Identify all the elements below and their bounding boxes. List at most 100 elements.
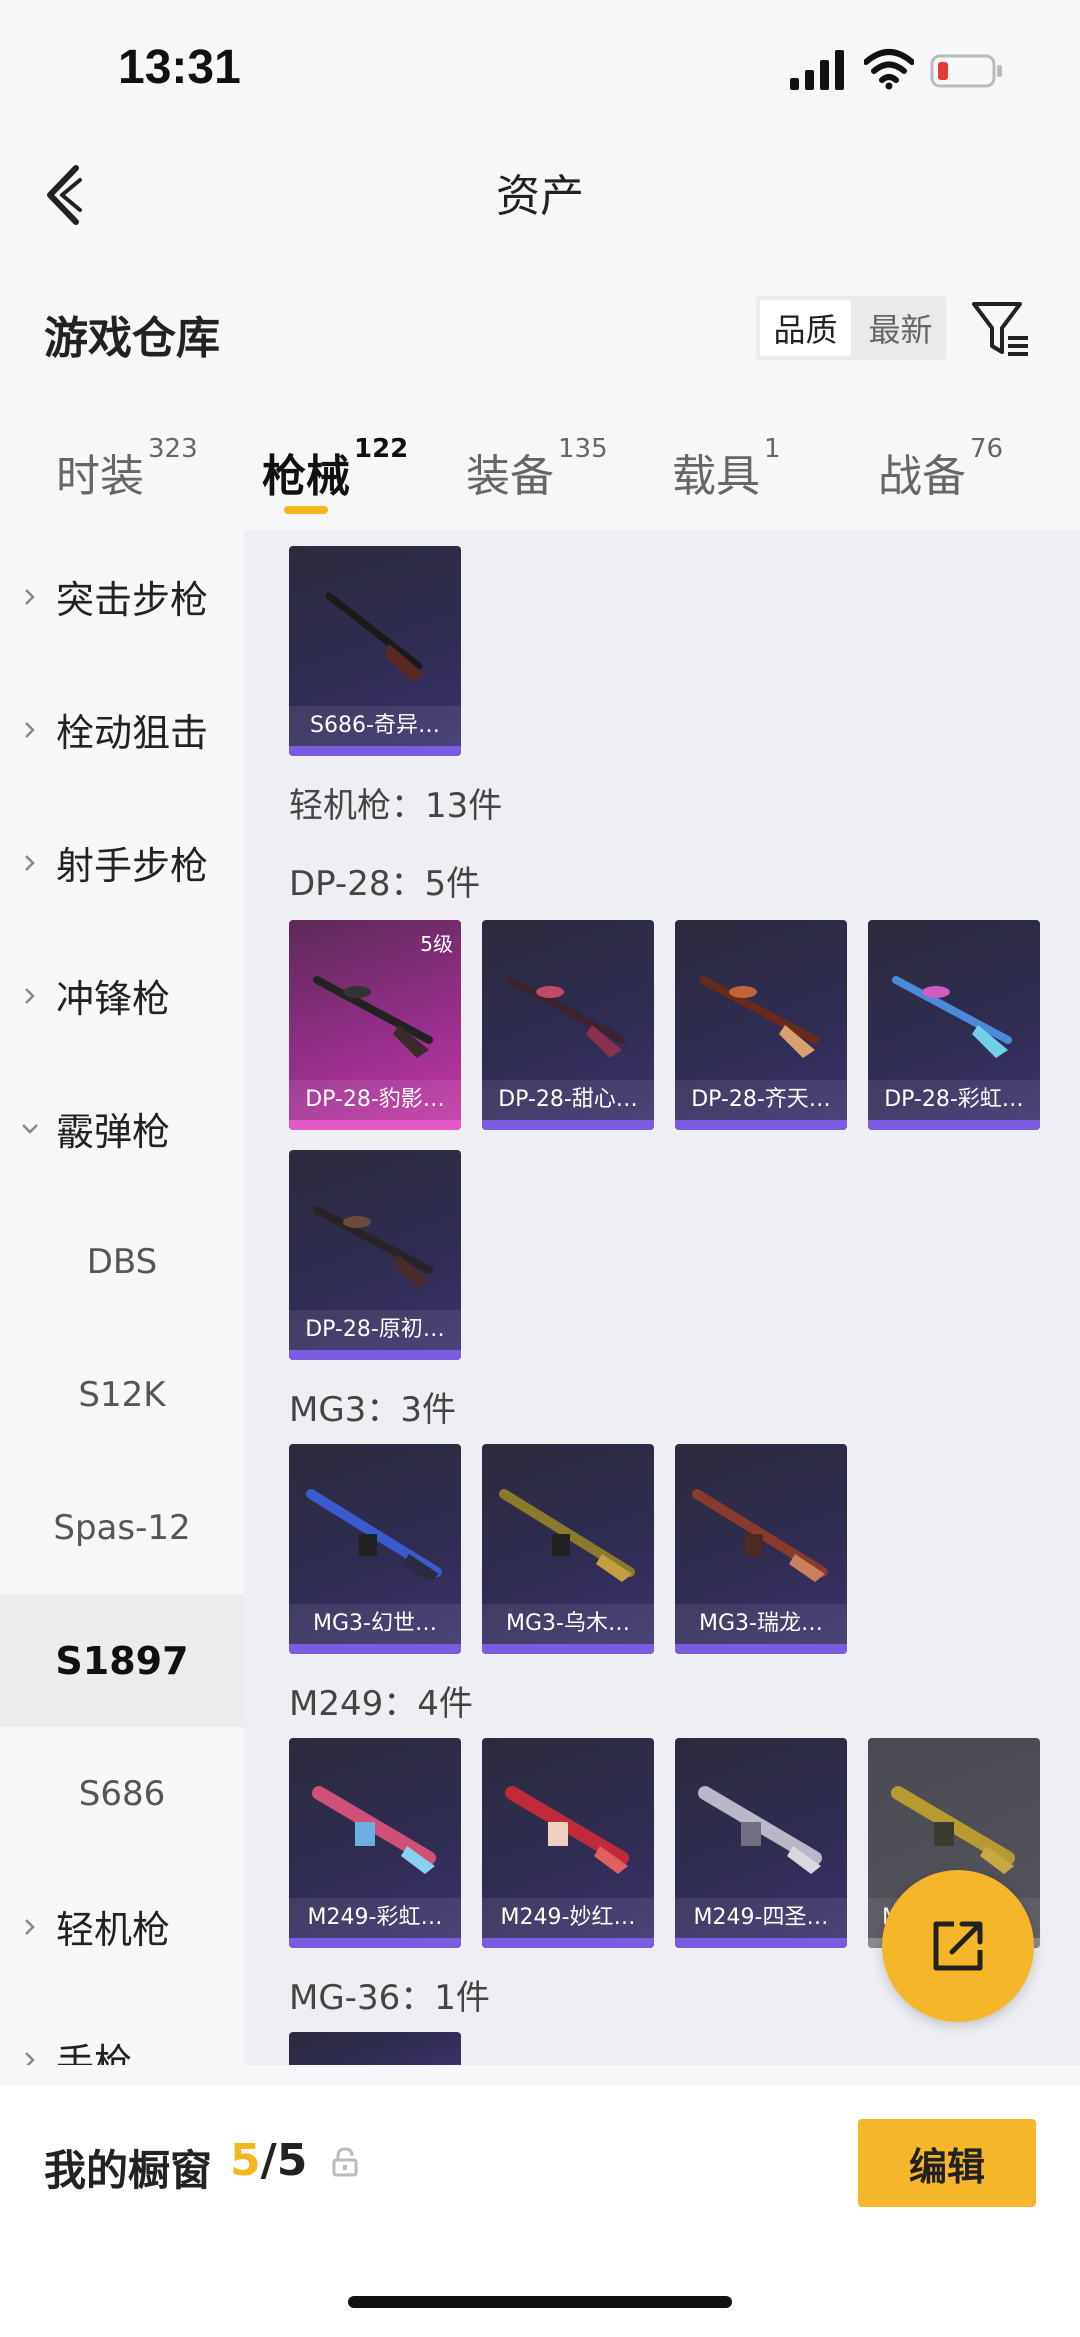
weapon-image — [312, 1786, 436, 1874]
sidebar-item-label: 手枪 — [56, 2041, 133, 2065]
weapon-card-name: M249-四圣… — [675, 1898, 847, 1938]
weapon-image — [313, 1206, 433, 1288]
weapon-card-name: S686-奇异… — [289, 706, 461, 746]
weapon-image — [499, 1489, 635, 1582]
sidebar-subitem-spas12[interactable]: Spas-12 — [0, 1461, 244, 1594]
weapon-card-name: MG3-瑞龙… — [675, 1604, 847, 1644]
rarity-bar — [289, 1644, 461, 1654]
tab-outfits[interactable]: 时装323 — [56, 434, 198, 504]
weapon-image — [892, 976, 1012, 1058]
weapon-image — [506, 976, 626, 1058]
sidebar-subitem-s1897[interactable]: S1897 — [0, 1594, 244, 1727]
weapon-card[interactable]: DP-28-原初… — [289, 1150, 461, 1360]
page-title: 资产 — [496, 171, 584, 222]
sidebar-item-shotgun[interactable]: 霰弹枪 — [0, 1062, 244, 1195]
weapon-card-name: MG3-幻世… — [289, 1604, 461, 1644]
sort-option-quality[interactable]: 品质 — [760, 300, 851, 356]
tab-equipment[interactable]: 装备135 — [466, 434, 608, 504]
wifi-icon — [864, 49, 914, 90]
sidebar-subitem-s12k[interactable]: S12K — [0, 1328, 244, 1461]
rarity-bar — [289, 1350, 461, 1360]
weapon-image — [505, 1786, 629, 1874]
cellular-signal-icon — [790, 50, 844, 90]
group-title: MG-36：1件 — [289, 1978, 490, 2018]
sidebar-item-label: DBS — [86, 1241, 158, 1282]
share-button[interactable] — [882, 1870, 1034, 2022]
sort-toggle: 品质 最新 — [756, 296, 946, 360]
rarity-bar — [482, 1120, 654, 1130]
edit-button[interactable]: 编辑 — [858, 2119, 1036, 2207]
active-tab-indicator — [284, 506, 328, 514]
weapon-card[interactable] — [289, 2032, 461, 2065]
weapon-card[interactable]: DP-28-齐天… — [675, 920, 847, 1130]
repo-header: 游戏仓库 品质 最新 — [0, 280, 1080, 380]
rarity-bar — [675, 1120, 847, 1130]
weapon-image — [698, 1786, 822, 1874]
home-indicator — [348, 2296, 732, 2308]
weapon-card-name: DP-28-齐天… — [675, 1080, 847, 1120]
tab-weapons[interactable]: 枪械122 — [262, 434, 408, 504]
sidebar-item-label: Spas-12 — [53, 1507, 191, 1548]
chevron-right-icon — [25, 2051, 35, 2065]
weapon-card-name: DP-28-原初… — [289, 1310, 461, 1350]
sidebar-item-label: S686 — [78, 1773, 166, 1814]
sidebar-item-label: S1897 — [55, 1638, 189, 1683]
weapon-card[interactable]: 5级 DP-28-豹影… — [289, 920, 461, 1130]
sort-option-latest[interactable]: 最新 — [855, 296, 946, 360]
chevron-right-icon — [25, 854, 35, 871]
weapon-card[interactable]: MG3-乌木… — [482, 1444, 654, 1654]
rarity-bar — [289, 1938, 461, 1948]
sidebar-item-lmg[interactable]: 轻机枪 — [0, 1860, 244, 1993]
sidebar-item-label: S12K — [78, 1374, 166, 1415]
showcase-label: 我的橱窗 — [44, 2146, 213, 2195]
chevron-right-icon — [25, 721, 35, 738]
sidebar-item-bolt-sniper[interactable]: 栓动狙击 — [0, 663, 244, 796]
weapon-category-sidebar: 突击步枪 栓动狙击 射手步枪 冲锋枪 霰弹枪 DBS S12K Spas-12 … — [0, 530, 244, 2065]
weapon-image — [699, 976, 819, 1058]
rarity-bar — [482, 1938, 654, 1948]
sidebar-item-label: 突击步枪 — [56, 578, 209, 622]
rarity-bar — [675, 1938, 847, 1948]
weapon-card[interactable]: M249-妙红… — [482, 1738, 654, 1948]
weapon-card-name: DP-28-甜心… — [482, 1080, 654, 1120]
weapon-image — [325, 592, 424, 682]
status-bar: 13:31 — [0, 0, 1080, 130]
chevron-right-icon — [25, 987, 35, 1004]
sidebar-subitem-s686[interactable]: S686 — [0, 1727, 244, 1860]
sidebar-item-label: 霰弹枪 — [56, 1110, 171, 1154]
group-summary: 轻机枪：13件 — [289, 786, 503, 826]
weapon-card[interactable]: M249-四圣… — [675, 1738, 847, 1948]
weapon-card[interactable]: MG3-瑞龙… — [675, 1444, 847, 1654]
tab-vehicles[interactable]: 载具1 — [672, 434, 781, 504]
chevron-down-icon — [22, 1123, 38, 1134]
sidebar-item-label: 射手步枪 — [56, 844, 209, 888]
status-time: 13:31 — [118, 41, 241, 94]
sidebar-item-assault-rifle[interactable]: 突击步枪 — [0, 530, 244, 663]
showcase-count: 5/5 — [230, 2135, 308, 2186]
sidebar-item-label: 冲锋枪 — [56, 977, 171, 1021]
group-title: M249：4件 — [289, 1684, 473, 1724]
sidebar-item-pistol[interactable]: 手枪 — [0, 1993, 244, 2065]
sidebar-item-smg[interactable]: 冲锋枪 — [0, 929, 244, 1062]
weapon-card[interactable]: S686-奇异… — [289, 546, 461, 756]
weapon-card[interactable]: M249-彩虹… — [289, 1738, 461, 1948]
rarity-bar — [289, 1120, 461, 1130]
filter-icon[interactable] — [970, 298, 1032, 360]
battery-low-icon — [930, 54, 1002, 88]
sidebar-item-label: 轻机枪 — [56, 1908, 171, 1952]
weapon-card[interactable]: MG3-幻世… — [289, 1444, 461, 1654]
weapon-card[interactable]: DP-28-甜心… — [482, 920, 654, 1130]
weapon-card-name: M249-妙红… — [482, 1898, 654, 1938]
rarity-bar — [868, 1120, 1040, 1130]
weapon-card-name: M249-彩虹… — [289, 1898, 461, 1938]
group-title: MG3：3件 — [289, 1390, 456, 1430]
rarity-bar — [675, 1644, 847, 1654]
share-export-icon — [933, 1921, 983, 1971]
sidebar-item-marksman-rifle[interactable]: 射手步枪 — [0, 796, 244, 929]
tab-supplies[interactable]: 战备76 — [878, 434, 1003, 504]
sidebar-subitem-dbs[interactable]: DBS — [0, 1195, 244, 1328]
category-tabs: 时装323 枪械122 装备135 载具1 战备76 — [0, 420, 1080, 530]
chevron-right-icon — [25, 588, 35, 605]
chevron-right-icon — [25, 1918, 35, 1935]
weapon-card[interactable]: DP-28-彩虹… — [868, 920, 1040, 1130]
